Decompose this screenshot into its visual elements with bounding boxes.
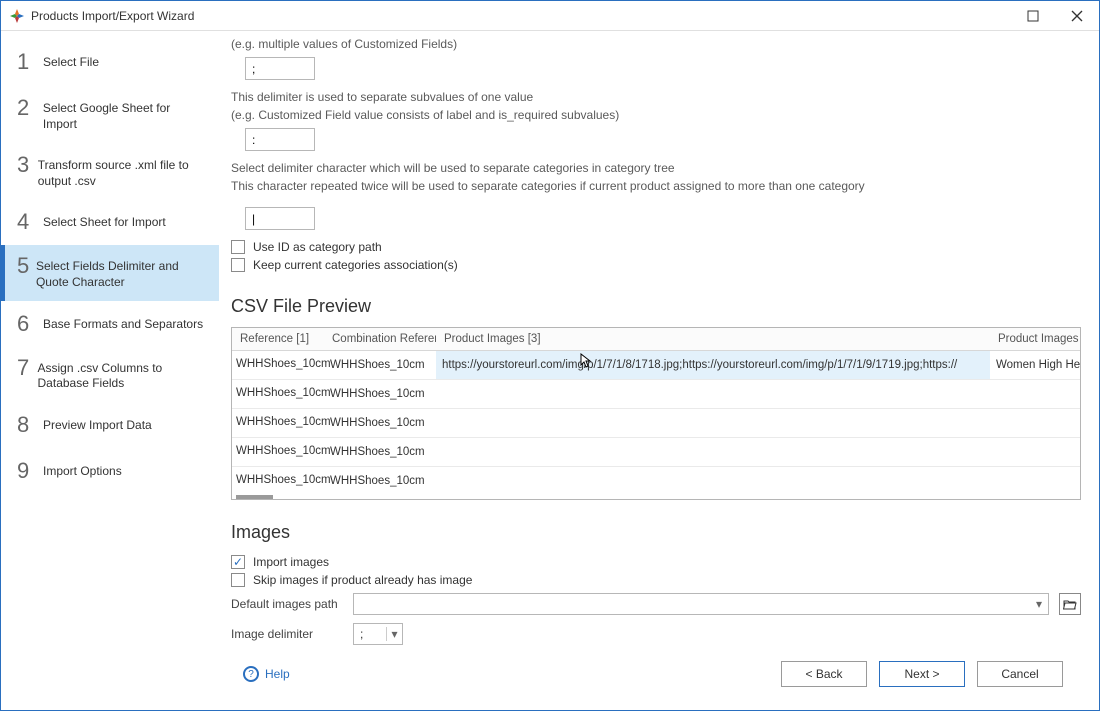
table-row[interactable]: WHHShoes_10cm WHHShoes_10cm <box>232 380 1080 409</box>
keep-categories-label: Keep current categories association(s) <box>253 258 458 272</box>
col-reference[interactable]: Reference [1] <box>232 328 324 350</box>
back-button[interactable]: < Back <box>781 661 867 687</box>
import-images-label: Import images <box>253 555 329 569</box>
titlebar: Products Import/Export Wizard <box>1 1 1099 31</box>
wizard-footer: ? Help < Back Next > Cancel <box>231 650 1081 698</box>
next-button[interactable]: Next > <box>879 661 965 687</box>
category-delimiter-input[interactable] <box>245 207 315 230</box>
subvalue-delimiter-input[interactable] <box>245 128 315 151</box>
close-button[interactable] <box>1055 1 1099 30</box>
skip-images-label: Skip images if product already has image <box>253 573 472 587</box>
step-select-file[interactable]: 1 Select File <box>1 39 219 85</box>
wizard-steps-sidebar: 1 Select File 2 Select Google Sheet for … <box>1 31 219 710</box>
table-row[interactable]: WHHShoes_10cm WHHShoes_10cm <box>232 438 1080 467</box>
table-row[interactable]: WHHShoes_10cm WHHShoes_10cm <box>232 467 1080 495</box>
folder-open-icon <box>1063 598 1077 610</box>
eg-multi-values-text: (e.g. multiple values of Customized Fiel… <box>231 35 1081 53</box>
step-select-google-sheet[interactable]: 2 Select Google Sheet for Import <box>1 85 219 144</box>
step-preview-import[interactable]: 8 Preview Import Data <box>1 402 219 448</box>
table-row[interactable]: WHHShoes_10cm WHHShoes_10cm https://your… <box>232 351 1080 380</box>
help-link[interactable]: ? Help <box>243 666 290 682</box>
step-select-sheet[interactable]: 4 Select Sheet for Import <box>1 199 219 245</box>
col-product-images[interactable]: Product Images <box>990 328 1080 350</box>
use-id-as-category-path-checkbox[interactable] <box>231 240 245 254</box>
use-id-label: Use ID as category path <box>253 240 382 254</box>
category-help-1: Select delimiter character which will be… <box>231 159 1081 177</box>
step-assign-columns[interactable]: 7 Assign .csv Columns to Database Fields <box>1 347 219 402</box>
image-delimiter-combo[interactable]: ; ▾ <box>353 623 403 645</box>
cancel-button[interactable]: Cancel <box>977 661 1063 687</box>
subvalue-help-1: This delimiter is used to separate subva… <box>231 88 1081 106</box>
default-images-path-input[interactable]: ▾ <box>353 593 1049 615</box>
horizontal-scrollbar[interactable] <box>236 495 328 499</box>
import-images-checkbox[interactable] <box>231 555 245 569</box>
table-header: Reference [1] Combination Referen Produc… <box>232 328 1080 351</box>
csv-preview-table[interactable]: Reference [1] Combination Referen Produc… <box>231 327 1081 500</box>
default-images-path-label: Default images path <box>231 597 343 611</box>
images-heading: Images <box>231 522 1081 543</box>
chevron-down-icon[interactable]: ▾ <box>386 627 402 641</box>
step-select-delimiter[interactable]: 5 Select Fields Delimiter and Quote Char… <box>1 245 219 300</box>
keep-categories-association-checkbox[interactable] <box>231 258 245 272</box>
table-row[interactable]: WHHShoes_10cm WHHShoes_10cm <box>232 409 1080 438</box>
app-logo-icon <box>9 8 25 24</box>
chevron-down-icon[interactable]: ▾ <box>1030 594 1048 614</box>
main-panel: (e.g. multiple values of Customized Fiel… <box>219 31 1099 710</box>
maximize-button[interactable] <box>1011 1 1055 30</box>
step-transform-xml[interactable]: 3 Transform source .xml file to output .… <box>1 144 219 199</box>
step-base-formats[interactable]: 6 Base Formats and Separators <box>1 301 219 347</box>
skip-images-checkbox[interactable] <box>231 573 245 587</box>
col-combination-reference[interactable]: Combination Referen <box>324 328 436 350</box>
image-delimiter-label: Image delimiter <box>231 627 343 641</box>
multi-value-delimiter-input[interactable] <box>245 57 315 80</box>
wizard-window: Products Import/Export Wizard 1 Select F… <box>0 0 1100 711</box>
category-help-2: This character repeated twice will be us… <box>231 177 1081 195</box>
subvalue-help-2: (e.g. Customized Field value consists of… <box>231 106 1081 124</box>
browse-folder-button[interactable] <box>1059 593 1081 615</box>
help-icon: ? <box>243 666 259 682</box>
window-title: Products Import/Export Wizard <box>31 9 194 23</box>
csv-preview-heading: CSV File Preview <box>231 296 1081 317</box>
step-import-options[interactable]: 9 Import Options <box>1 448 219 494</box>
col-product-images-3[interactable]: Product Images [3] <box>436 328 990 350</box>
